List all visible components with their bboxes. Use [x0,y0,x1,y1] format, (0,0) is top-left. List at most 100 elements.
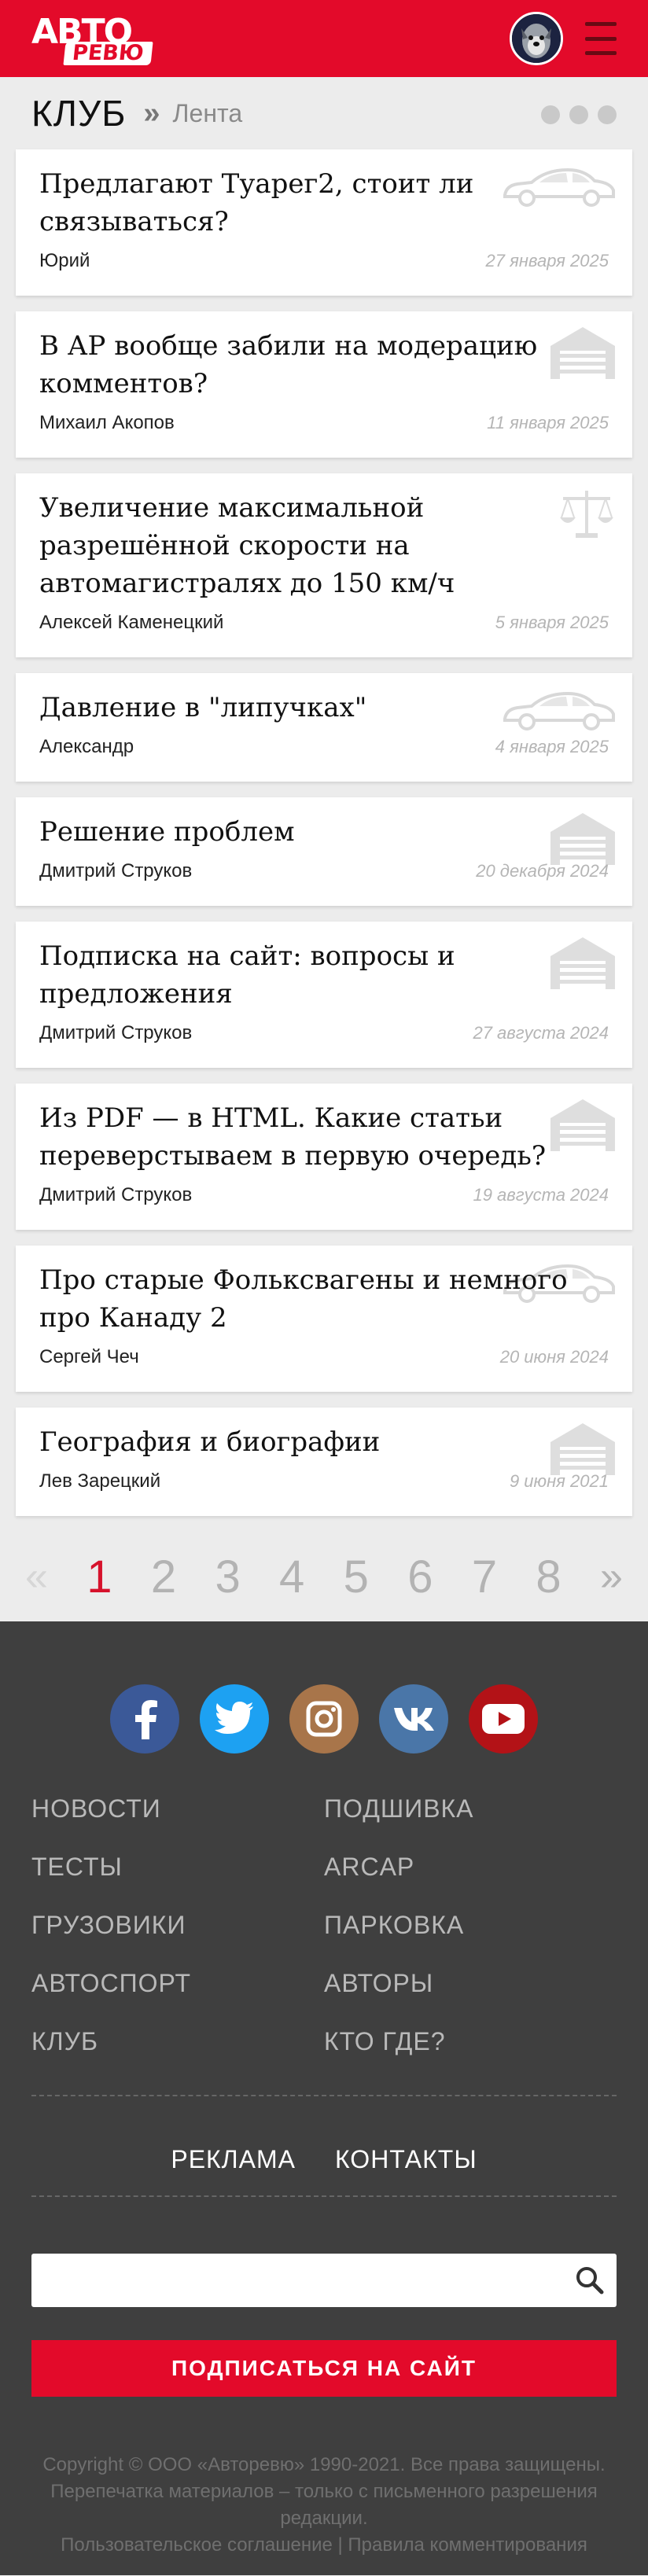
topic-date: 27 января 2025 [485,251,609,270]
twitter-link[interactable] [200,1684,269,1754]
advertising-link[interactable]: РЕКЛАМА [171,2145,296,2174]
topic-title[interactable]: Решение проблем [39,813,609,851]
topic-title[interactable]: Давление в "липучках" [39,689,609,727]
youtube-link[interactable] [469,1684,538,1754]
menu-button[interactable] [585,22,617,55]
section-title[interactable]: КЛУБ [31,92,126,134]
topic-author[interactable]: Алексей Каменецкий [39,612,223,634]
topic-title[interactable]: Подписка на сайт: вопросы и предложения [39,937,609,1013]
search-input[interactable] [31,2254,617,2307]
breadcrumb-separator: » [143,96,160,130]
footer-menu-item[interactable]: ARCAP [324,1853,617,1881]
logo-bottom-text: РЕВЮ [63,41,153,65]
user-avatar[interactable] [510,12,563,65]
facebook-link[interactable] [110,1684,179,1754]
topic-meta: Юрий 27 января 2025 [39,250,609,272]
footer-divider [31,2195,617,2197]
pagination-page[interactable]: 7 [472,1551,497,1603]
instagram-icon [305,1700,343,1738]
pagination-page[interactable]: 6 [407,1551,433,1603]
topic-card[interactable]: Решение проблем Дмитрий Струков 20 декабря… [16,797,632,906]
site-logo[interactable]: АВТО РЕВЮ [31,10,157,67]
topic-title[interactable]: Предлагают Туарег2, стоит ли связываться… [39,165,609,241]
hamburger-line [585,51,617,55]
topic-meta: Алексей Каменецкий 5 января 2025 [39,612,609,634]
footer-divider [31,2095,617,2096]
topic-meta: Дмитрий Струков 19 августа 2024 [39,1184,609,1206]
topic-date: 19 августа 2024 [473,1185,609,1205]
footer-menu-item[interactable]: АВТОРЫ [324,1969,617,1997]
user-agreement-link[interactable]: Пользовательское соглашение [61,2534,333,2556]
pagination: « 1 2 3 4 5 6 7 8 » [0,1532,648,1621]
contacts-link[interactable]: КОНТАКТЫ [335,2145,477,2174]
search-icon[interactable] [574,2265,606,2296]
footer-menu-item[interactable]: КЛУБ [31,2027,324,2055]
vk-icon [392,1706,435,1731]
topic-author[interactable]: Дмитрий Струков [39,1184,192,1206]
topic-meta: Дмитрий Струков 27 августа 2024 [39,1022,609,1044]
topic-card[interactable]: Давление в "липучках" Александр 4 января 2… [16,673,632,782]
topic-card[interactable]: Про старые Фольксвагены и немного про Ка… [16,1246,632,1392]
footer-menu-item[interactable]: АВТОСПОРТ [31,1969,324,1997]
dog-avatar-icon [512,14,561,63]
topic-author[interactable]: Михаил Акопов [39,412,175,434]
topic-author[interactable]: Лев Зарецкий [39,1470,160,1492]
topic-card[interactable]: В АР вообще забили на модерацию комменто… [16,311,632,458]
topic-date: 4 января 2025 [495,737,609,756]
dot-icon [569,105,588,124]
topic-title[interactable]: География и биографии [39,1423,609,1461]
topic-title[interactable]: Из PDF — в HTML. Какие статьи переверсты… [39,1099,609,1175]
footer-menu: НОВОСТИ ПОДШИВКА ТЕСТЫ ARCAP ГРУЗОВИКИ ПАРКОВ… [31,1794,617,2055]
footer-menu-item[interactable]: ПОДШИВКА [324,1794,617,1823]
pagination-next[interactable]: » [600,1553,623,1600]
pagination-current-page[interactable]: 1 [87,1551,112,1603]
topic-title[interactable]: Увеличение максимальной разрешённой скор… [39,489,609,602]
topic-meta: Сергей Чеч 20 июня 2024 [39,1346,609,1368]
footer-menu-item[interactable]: КТО ГДЕ? [324,2027,617,2055]
topic-author[interactable]: Дмитрий Струков [39,860,192,882]
section-header: КЛУБ » Лента [0,77,648,149]
topic-list: Предлагают Туарег2, стоит ли связываться… [0,149,648,1516]
footer-menu-item[interactable]: ГРУЗОВИКИ [31,1911,324,1939]
site-footer: НОВОСТИ ПОДШИВКА ТЕСТЫ ARCAP ГРУЗОВИКИ ПАРКОВ… [0,1621,648,2575]
topic-date: 9 июня 2021 [509,1471,609,1491]
topic-card[interactable]: Увеличение максимальной разрешённой скор… [16,473,632,657]
topic-card[interactable]: Предлагают Туарег2, стоит ли связываться… [16,149,632,296]
topic-date: 11 января 2025 [487,413,609,432]
pagination-page[interactable]: 8 [536,1551,561,1603]
footer-menu-item[interactable]: ТЕСТЫ [31,1853,324,1881]
topic-date: 20 декабря 2024 [476,861,609,881]
topic-author[interactable]: Юрий [39,250,90,272]
legal-links: Пользовательское соглашение | Правила ко… [31,2532,617,2559]
instagram-link[interactable] [289,1684,359,1754]
comment-rules-link[interactable]: Правила комментирования [348,2534,587,2556]
top-bar: АВТО РЕВЮ [0,0,648,77]
hamburger-line [585,36,617,41]
topic-card[interactable]: Из PDF — в HTML. Какие статьи переверсты… [16,1084,632,1230]
pagination-page[interactable]: 5 [344,1551,369,1603]
topic-date: 5 января 2025 [495,613,609,632]
topic-card[interactable]: Подписка на сайт: вопросы и предложения Д… [16,922,632,1068]
more-options-button[interactable] [541,105,617,124]
topic-author[interactable]: Дмитрий Струков [39,1022,192,1044]
footer-menu-item[interactable]: НОВОСТИ [31,1794,324,1823]
topic-title[interactable]: В АР вообще забили на модерацию комменто… [39,327,609,403]
hamburger-line [585,22,617,26]
footer-menu-item[interactable]: ПАРКОВКА [324,1911,617,1939]
topic-meta: Михаил Акопов 11 января 2025 [39,412,609,434]
breadcrumb-feed-link[interactable]: Лента [173,99,243,128]
pagination-prev[interactable]: « [25,1553,48,1600]
pagination-page[interactable]: 2 [151,1551,176,1603]
facebook-icon [129,1698,160,1739]
pagination-page[interactable]: 4 [279,1551,304,1603]
subscribe-button[interactable]: ПОДПИСАТЬСЯ НА САЙТ [31,2340,617,2397]
vk-link[interactable] [379,1684,448,1754]
topic-meta: Лев Зарецкий 9 июня 2021 [39,1470,609,1492]
dot-icon [598,105,617,124]
topic-author[interactable]: Александр [39,736,134,758]
topic-title[interactable]: Про старые Фольксвагены и немного про Ка… [39,1261,609,1337]
topic-card[interactable]: География и биографии Лев Зарецкий 9 июня … [16,1408,632,1516]
topic-author[interactable]: Сергей Чеч [39,1346,139,1368]
search-box [31,2254,617,2307]
pagination-page[interactable]: 3 [215,1551,240,1603]
